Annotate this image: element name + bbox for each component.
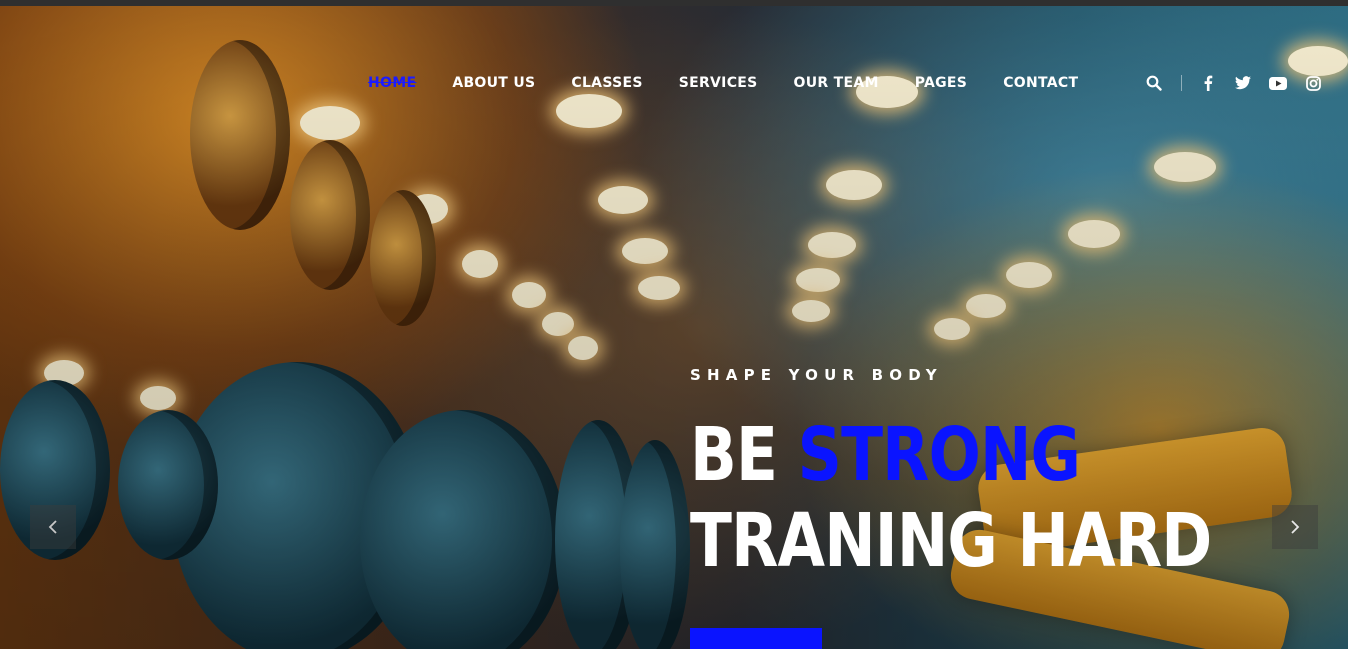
- hero-subtitle: SHAPE YOUR BODY: [690, 366, 943, 384]
- hero-text: SHAPE YOUR BODY BE STRONG TRANING HARD: [690, 366, 1318, 584]
- nav-item-pages[interactable]: PAGES: [915, 74, 967, 92]
- search-icon[interactable]: [1145, 74, 1163, 92]
- main-nav: HOME ABOUT US CLASSES SERVICES OUR TEAM …: [368, 74, 1078, 92]
- hero-cta-button[interactable]: [690, 628, 822, 649]
- hero-headline: BE STRONG TRANING HARD: [690, 412, 1212, 584]
- slider-prev-button[interactable]: [30, 505, 76, 549]
- nav-item-services[interactable]: SERVICES: [679, 74, 758, 92]
- header-tools: [1145, 74, 1322, 92]
- toolbar-divider: [1181, 75, 1182, 91]
- hero-section: HOME ABOUT US CLASSES SERVICES OUR TEAM …: [0, 0, 1348, 649]
- facebook-icon[interactable]: [1199, 74, 1217, 92]
- headline-word-strong: STRONG: [797, 412, 1081, 498]
- nav-item-our-team[interactable]: OUR TEAM: [794, 74, 879, 92]
- headline-line-1: BE STRONG: [690, 412, 1211, 498]
- youtube-icon[interactable]: [1269, 74, 1287, 92]
- top-border: [0, 0, 1348, 6]
- instagram-icon[interactable]: [1304, 74, 1322, 92]
- slider-next-button[interactable]: [1272, 505, 1318, 549]
- nav-item-about-us[interactable]: ABOUT US: [452, 74, 535, 92]
- nav-item-classes[interactable]: CLASSES: [571, 74, 642, 92]
- twitter-icon[interactable]: [1234, 74, 1252, 92]
- chevron-left-icon: [48, 520, 57, 534]
- headline-word-be: BE: [690, 412, 778, 498]
- nav-item-home[interactable]: HOME: [368, 74, 416, 92]
- nav-item-contact[interactable]: CONTACT: [1003, 74, 1078, 92]
- chevron-right-icon: [1291, 520, 1300, 534]
- headline-line-2: TRANING HARD: [690, 498, 1212, 584]
